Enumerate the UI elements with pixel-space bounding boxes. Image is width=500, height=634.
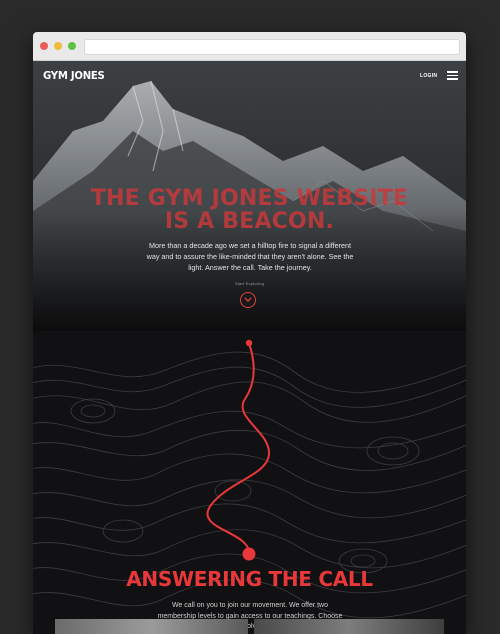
- membership-card-right[interactable]: [254, 619, 444, 634]
- path-start-dot: [245, 339, 253, 347]
- journey-path: [206, 339, 271, 561]
- minimize-dot[interactable]: [54, 42, 62, 50]
- browser-chrome: [33, 32, 466, 61]
- maximize-dot[interactable]: [68, 42, 76, 50]
- section-title: ANSWERING THE CALL: [126, 567, 373, 591]
- close-dot[interactable]: [40, 42, 48, 50]
- membership-card-left[interactable]: [55, 619, 248, 634]
- browser-window: GYM JONES LOGIN THE GYM JONES WEBSITE IS…: [33, 32, 466, 634]
- address-bar[interactable]: [84, 39, 460, 55]
- path-end-dot: [242, 547, 256, 561]
- page: GYM JONES LOGIN THE GYM JONES WEBSITE IS…: [33, 61, 466, 634]
